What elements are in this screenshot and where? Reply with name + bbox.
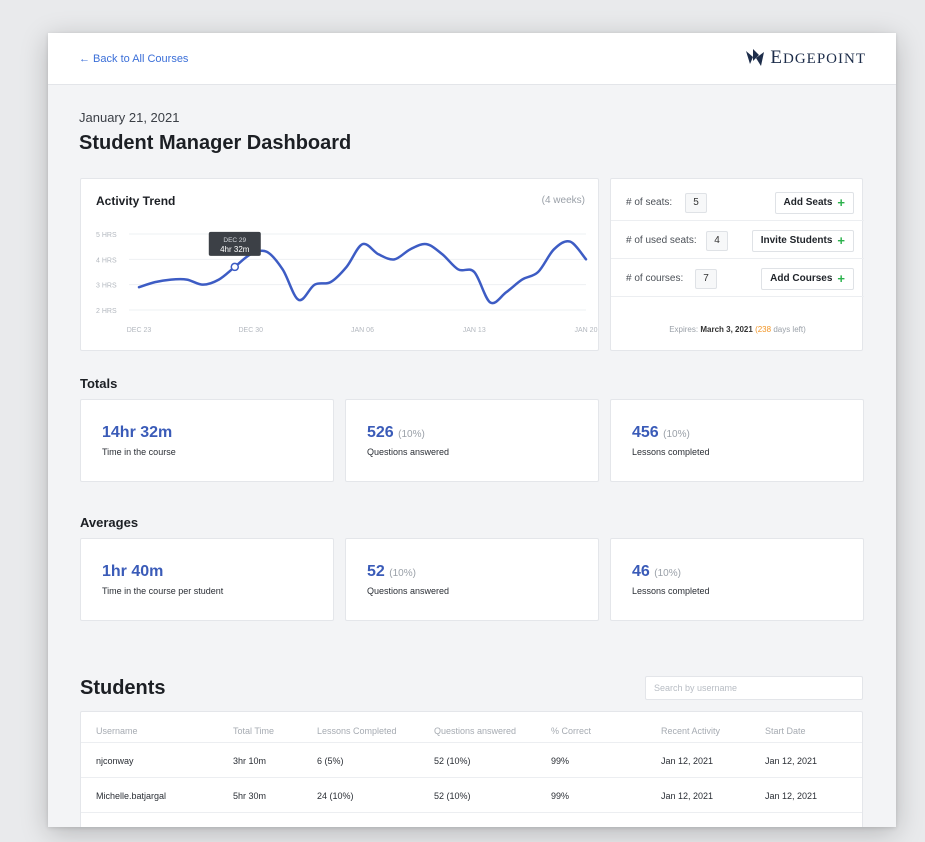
stat-label: Time in the course per student xyxy=(102,586,224,596)
stat-value: 526 (10%) xyxy=(367,424,425,441)
add-seats-label: Add Seats xyxy=(783,197,833,208)
cell-username[interactable]: njconway xyxy=(96,756,134,766)
app-window: ← Back to All Courses EDGEPOINT January … xyxy=(48,33,896,827)
cell-lessons: 24 (10%) xyxy=(317,791,354,801)
x-tick-label: JAN 06 xyxy=(351,327,374,334)
invite-students-label: Invite Students xyxy=(760,235,833,246)
stat-label: Questions answered xyxy=(367,447,450,457)
total-lessons-card: 456 (10%) Lessons completed xyxy=(610,399,864,482)
total-time-card: 14hr 32m Time in the course xyxy=(80,399,334,482)
y-tick-label: 2 HRS xyxy=(96,308,117,315)
seats-row: # of seats: 5 Add Seats + xyxy=(611,184,864,221)
back-to-courses-link[interactable]: ← Back to All Courses xyxy=(79,53,188,65)
stat-value: 456 (10%) xyxy=(632,424,690,441)
seats-card: # of seats: 5 Add Seats + # of used seat… xyxy=(610,178,864,351)
avg-questions-card: 52 (10%) Questions answered xyxy=(345,538,599,621)
add-courses-button[interactable]: Add Courses + xyxy=(761,268,854,290)
used-seats-row: # of used seats: 4 Invite Students + xyxy=(611,222,864,259)
divider xyxy=(81,742,862,743)
courses-row: # of courses: 7 Add Courses + xyxy=(611,260,864,297)
courses-label: # of courses: xyxy=(626,273,684,284)
cell-recent: Jan 12, 2021 xyxy=(661,756,714,766)
add-seats-button[interactable]: Add Seats + xyxy=(774,192,854,214)
y-tick-label: 5 HRS xyxy=(96,232,117,239)
seats-count: 5 xyxy=(685,193,707,213)
students-table: Username Total Time Lessons Completed Qu… xyxy=(80,711,863,827)
cell-questions: 52 (10%) xyxy=(434,791,471,801)
stat-value: 46 (10%) xyxy=(632,563,681,580)
page-date: January 21, 2021 xyxy=(79,110,180,125)
x-tick-label: DEC 30 xyxy=(238,327,263,334)
stat-label: Lessons completed xyxy=(632,586,710,596)
x-tick-label: JAN 20 xyxy=(575,327,598,334)
stat-label: Questions answered xyxy=(367,586,450,596)
y-tick-label: 4 HRS xyxy=(96,257,117,264)
col-questions[interactable]: Questions answered xyxy=(434,726,516,736)
cell-username[interactable]: Michelle.batjargal xyxy=(96,791,166,801)
back-label: ← Back to All Courses xyxy=(79,53,189,65)
cell-correct: 99% xyxy=(551,791,570,801)
seats-label: # of seats: xyxy=(626,197,673,208)
page-title: Student Manager Dashboard xyxy=(79,132,352,154)
chart-tooltip: DEC 294hr 32m xyxy=(208,231,261,256)
top-bar: ← Back to All Courses EDGEPOINT xyxy=(48,33,896,85)
totals-heading: Totals xyxy=(80,376,118,391)
tooltip-date: DEC 29 xyxy=(223,237,246,244)
stat-label: Time in the course xyxy=(102,447,176,457)
expires-prefix: Expires: xyxy=(669,325,699,334)
divider xyxy=(81,777,862,778)
cell-start: Jan 12, 2021 xyxy=(765,756,818,766)
stat-value: 14hr 32m xyxy=(102,424,173,441)
edgepoint-logo[interactable]: EDGEPOINT xyxy=(744,47,866,69)
total-questions-card: 526 (10%) Questions answered xyxy=(345,399,599,482)
divider xyxy=(81,812,862,813)
tooltip-value: 4hr 32m xyxy=(220,245,250,254)
students-heading: Students xyxy=(80,677,166,699)
search-username-input[interactable] xyxy=(645,676,863,700)
used-seats-count: 4 xyxy=(706,231,728,251)
cell-total-time: 5hr 30m xyxy=(233,791,267,801)
col-start[interactable]: Start Date xyxy=(765,726,806,736)
plus-icon: + xyxy=(837,233,845,248)
x-tick-label: JAN 13 xyxy=(463,327,486,334)
plus-icon: + xyxy=(837,195,845,210)
y-tick-label: 3 HRS xyxy=(96,283,117,290)
activity-series-line[interactable] xyxy=(137,239,588,305)
activity-trend-card: Activity Trend (4 weeks) 5 HRS 4 HRS 3 HRS… xyxy=(80,178,599,351)
cell-start: Jan 12, 2021 xyxy=(765,791,818,801)
stat-value: 52 (10%) xyxy=(367,563,416,580)
col-recent[interactable]: Recent Activity xyxy=(661,726,720,736)
cell-lessons: 6 (5%) xyxy=(317,756,344,766)
x-tick-label: DEC 23 xyxy=(127,327,152,334)
days-left: (238 xyxy=(755,325,772,334)
cell-total-time: 3hr 10m xyxy=(233,756,267,766)
stat-label: Lessons completed xyxy=(632,447,710,457)
avg-lessons-card: 46 (10%) Lessons completed xyxy=(610,538,864,621)
invite-students-button[interactable]: Invite Students + xyxy=(751,230,854,252)
cell-correct: 99% xyxy=(551,756,570,766)
avg-time-card: 1hr 40m Time in the course per student xyxy=(80,538,334,621)
used-seats-label: # of used seats: xyxy=(626,235,697,246)
col-username[interactable]: Username xyxy=(96,726,138,736)
col-correct[interactable]: % Correct xyxy=(551,726,591,736)
days-suffix: days left) xyxy=(773,325,806,334)
activity-chart[interactable]: 5 HRS 4 HRS 3 HRS 2 HRS DEC 23 DEC 30 JAN 06 JA… xyxy=(81,179,600,352)
cell-recent: Jan 12, 2021 xyxy=(661,791,714,801)
col-lessons[interactable]: Lessons Completed xyxy=(317,726,397,736)
logo-word: EDGEPOINT xyxy=(770,47,866,68)
averages-heading: Averages xyxy=(80,515,139,530)
logo-mark-icon xyxy=(746,49,765,66)
add-courses-label: Add Courses xyxy=(770,273,833,284)
courses-count: 7 xyxy=(695,269,717,289)
stat-value: 1hr 40m xyxy=(102,563,164,580)
col-total-time[interactable]: Total Time xyxy=(233,726,274,736)
expires-text: Expires: March 3, 2021 (238 days left) xyxy=(611,325,864,334)
highlight-point[interactable] xyxy=(230,262,240,272)
cell-questions: 52 (10%) xyxy=(434,756,471,766)
plus-icon: + xyxy=(837,271,845,286)
expires-date: March 3, 2021 xyxy=(700,325,753,334)
